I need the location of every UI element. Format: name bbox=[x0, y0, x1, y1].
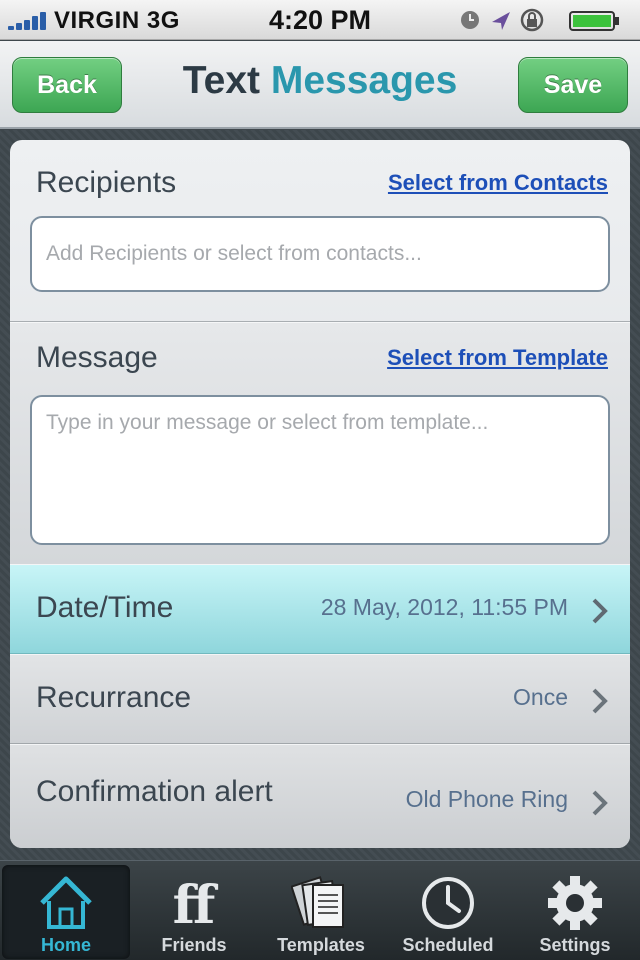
message-label: Message bbox=[36, 341, 158, 374]
tab-settings-label: Settings bbox=[539, 935, 611, 955]
recurrence-row[interactable]: Recurrance Once bbox=[10, 654, 630, 744]
select-from-template-link[interactable]: Select from Template bbox=[387, 345, 608, 371]
tab-settings[interactable]: Settings bbox=[511, 865, 639, 959]
datetime-row[interactable]: Date/Time 28 May, 2012, 11:55 PM bbox=[10, 564, 630, 654]
message-form-card: Recipients Select from Contacts Add Reci… bbox=[10, 140, 630, 848]
tab-templates-label: Templates bbox=[277, 935, 365, 955]
recurrence-value: Once bbox=[513, 684, 568, 710]
message-section: Message Select from Template Type in you… bbox=[10, 322, 630, 564]
tab-templates[interactable]: Templates bbox=[257, 865, 385, 959]
message-textarea[interactable]: Type in your message or select from temp… bbox=[30, 395, 610, 545]
tab-friends[interactable]: ff Friends bbox=[130, 865, 258, 959]
datetime-value: 28 May, 2012, 11:55 PM bbox=[320, 594, 568, 620]
datetime-label: Date/Time bbox=[36, 591, 174, 624]
friends-icon: ff bbox=[173, 875, 219, 933]
navigation-bar: Back Text Messages Save bbox=[0, 41, 640, 129]
chevron-right-icon bbox=[592, 790, 608, 816]
confirmation-alert-value: Old Phone Ring bbox=[405, 786, 568, 812]
tab-scheduled-label: Scheduled bbox=[402, 935, 494, 955]
gear-icon bbox=[548, 876, 602, 930]
tab-home-label: Home bbox=[40, 935, 91, 955]
select-from-contacts-link[interactable]: Select from Contacts bbox=[388, 170, 608, 196]
alarm-icon bbox=[461, 11, 479, 29]
tab-scheduled[interactable]: Scheduled bbox=[384, 865, 512, 959]
chevron-right-icon bbox=[592, 598, 608, 624]
tab-friends-label: Friends bbox=[161, 935, 227, 955]
location-icon bbox=[492, 12, 510, 30]
status-icons bbox=[461, 8, 619, 32]
confirmation-alert-label: Confirmation alert bbox=[36, 775, 273, 808]
battery-icon bbox=[569, 11, 619, 31]
clock-icon bbox=[422, 877, 474, 929]
recipients-label: Recipients bbox=[36, 166, 177, 199]
tab-home[interactable]: Home bbox=[2, 865, 130, 959]
status-bar: VIRGIN 3G 4:20 PM bbox=[0, 0, 640, 40]
templates-icon bbox=[291, 876, 344, 928]
chevron-right-icon bbox=[592, 688, 608, 714]
recipients-input[interactable]: Add Recipients or select from contacts..… bbox=[30, 216, 610, 292]
confirmation-alert-row[interactable]: Confirmation alert Old Phone Ring bbox=[10, 744, 630, 848]
rotation-lock-icon bbox=[520, 8, 544, 32]
svg-text:ff: ff bbox=[173, 875, 219, 933]
save-button[interactable]: Save bbox=[518, 57, 628, 113]
tab-bar: Home ff Friends Templates Scheduled Sett… bbox=[0, 860, 640, 960]
recurrence-label: Recurrance bbox=[36, 681, 192, 714]
recipients-section: Recipients Select from Contacts Add Reci… bbox=[10, 140, 630, 322]
home-icon bbox=[40, 876, 92, 929]
